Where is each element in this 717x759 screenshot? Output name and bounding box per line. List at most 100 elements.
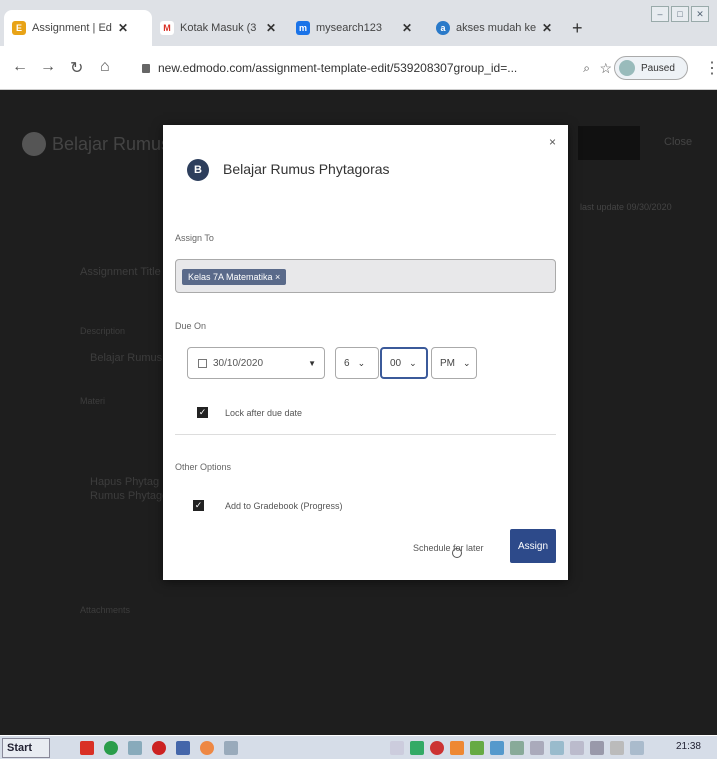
assign-modal: × B Belajar Rumus Phytagoras Assign To K…	[163, 125, 568, 580]
chrome-icon[interactable]	[200, 741, 214, 755]
background-text: Assignment Title	[80, 266, 161, 278]
home-icon[interactable]: ⌂	[100, 58, 110, 76]
paused-label: Paused	[641, 62, 675, 74]
schedule-later-link[interactable]: Schedule for later	[413, 543, 484, 558]
new-tab-icon[interactable]: +	[572, 18, 583, 39]
other-options-label: Other Options	[175, 462, 232, 472]
page-title: Belajar Rumus	[52, 134, 171, 154]
browser-tabbar: E Assignment | Ed ✕ M Kotak Masuk (3 ✕ m…	[0, 0, 717, 46]
tab-title: Assignment | Ed	[32, 22, 112, 34]
ampm-value: PM	[440, 357, 455, 369]
gmail-icon: M	[160, 21, 174, 35]
tray-icon[interactable]	[410, 741, 424, 755]
background-close: Close	[664, 136, 693, 148]
close-icon[interactable]: ✕	[402, 21, 412, 35]
tray-icon[interactable]	[630, 741, 644, 755]
background-meta: last update 09/30/2020	[580, 202, 672, 212]
reload-icon[interactable]: ↻	[70, 58, 83, 78]
tab-title: Kotak Masuk (3	[180, 22, 257, 34]
profile-paused-button[interactable]: Paused	[614, 56, 688, 80]
url-text: new.edmodo.com/assignment-template-edit/…	[158, 61, 518, 75]
divider	[175, 434, 556, 435]
back-icon[interactable]: ←	[12, 58, 28, 76]
calendar-icon	[198, 358, 207, 368]
start-button[interactable]: Start	[2, 738, 50, 758]
tray-icon[interactable]	[470, 741, 484, 755]
app-icon[interactable]	[176, 741, 190, 755]
background-text: Belajar Rumus P	[90, 352, 173, 364]
tab-mysearch[interactable]: m mysearch123 ✕	[288, 10, 428, 46]
app-icon[interactable]	[80, 741, 94, 755]
mysearch-icon: m	[296, 21, 310, 35]
page-backdrop: Belajar Rumus Close last update 09/30/20…	[0, 90, 717, 735]
background-button	[578, 126, 640, 160]
due-on-label: Due On	[175, 321, 207, 331]
tab-title: mysearch123	[316, 22, 383, 34]
taskbar-clock: 21:38	[675, 741, 701, 752]
url-field[interactable]: new.edmodo.com/assignment-template-edit/…	[142, 54, 612, 82]
gradebook-checkbox[interactable]: ✓	[193, 500, 204, 511]
caret-down-icon: ▼	[308, 358, 316, 368]
lock-after-due-label: Lock after due date	[225, 408, 303, 418]
tray-icon[interactable]	[490, 741, 504, 755]
taskbar: Start 21:38	[0, 735, 717, 759]
zoom-icon[interactable]: ⌕	[583, 61, 590, 76]
minute-value: 00	[390, 357, 402, 369]
tray-icon[interactable]	[590, 741, 604, 755]
close-icon[interactable]: ×	[549, 135, 556, 149]
avatar	[619, 60, 635, 76]
assignment-icon: B	[187, 159, 209, 181]
tray-icon[interactable]	[570, 741, 584, 755]
schedule-label: Schedule for later	[413, 543, 484, 553]
tab-gmail[interactable]: M Kotak Masuk (3 ✕	[152, 10, 288, 46]
tray-icon[interactable]	[450, 741, 464, 755]
background-text: Attachments	[80, 605, 131, 615]
assign-to-label: Assign To	[175, 233, 214, 243]
assign-to-input[interactable]: Kelas 7A Matematika ×	[175, 259, 556, 293]
hour-select[interactable]: 6 ⌄	[335, 347, 379, 379]
due-date-picker[interactable]: 30/10/2020 ▼	[187, 347, 325, 379]
lock-after-due-checkbox[interactable]: ✓	[197, 407, 208, 418]
tray-icon[interactable]	[610, 741, 624, 755]
forward-icon[interactable]: →	[40, 58, 56, 76]
clock-icon	[451, 548, 462, 558]
tray-icon[interactable]	[510, 741, 524, 755]
minute-select[interactable]: 00 ⌄	[380, 347, 428, 379]
edmodo-icon: E	[12, 21, 26, 35]
close-icon[interactable]: ✕	[542, 21, 552, 35]
window-controls: – □ ✕	[651, 6, 709, 22]
background-text: Description	[80, 326, 126, 336]
ampm-select[interactable]: PM ⌄	[431, 347, 477, 379]
app-icon[interactable]	[128, 741, 142, 755]
chevron-down-icon: ⌄	[357, 357, 366, 368]
close-icon[interactable]: ✕	[118, 21, 128, 35]
akses-icon: a	[436, 21, 450, 35]
window-close-icon[interactable]: ✕	[691, 6, 709, 22]
bookmark-star-icon[interactable]: ☆	[599, 60, 612, 77]
lock-icon	[142, 63, 150, 73]
menu-icon[interactable]: ⋮	[704, 58, 717, 78]
class-chip[interactable]: Kelas 7A Matematika ×	[182, 269, 287, 285]
modal-title: Belajar Rumus Phytagoras	[223, 161, 390, 177]
assign-button[interactable]: Assign	[510, 529, 556, 563]
tray-icon[interactable]	[530, 741, 544, 755]
tab-akses[interactable]: a akses mudah ke ✕	[428, 10, 568, 46]
background-text: Materi	[80, 396, 106, 406]
opera-icon[interactable]	[152, 741, 166, 755]
due-date-value: 30/10/2020	[213, 357, 264, 369]
chrome-icon[interactable]	[104, 741, 118, 755]
tray-icon[interactable]	[430, 741, 444, 755]
maximize-icon[interactable]: □	[671, 6, 689, 22]
close-icon[interactable]: ✕	[266, 21, 276, 35]
chevron-down-icon: ⌄	[409, 357, 417, 368]
app-icon[interactable]	[224, 741, 238, 755]
tray-icon[interactable]	[390, 741, 404, 755]
gradebook-label: Add to Gradebook (Progress)	[225, 501, 343, 511]
address-bar-row: ← → ↻ ⌂ new.edmodo.com/assignment-templa…	[0, 46, 717, 90]
tab-assignment[interactable]: E Assignment | Ed ✕	[4, 10, 152, 46]
tab-title: akses mudah ke	[456, 22, 536, 34]
hour-value: 6	[344, 357, 350, 369]
minimize-icon[interactable]: –	[651, 6, 669, 22]
tray-icon[interactable]	[550, 741, 564, 755]
background-text: Hapus Phytag	[90, 476, 160, 488]
